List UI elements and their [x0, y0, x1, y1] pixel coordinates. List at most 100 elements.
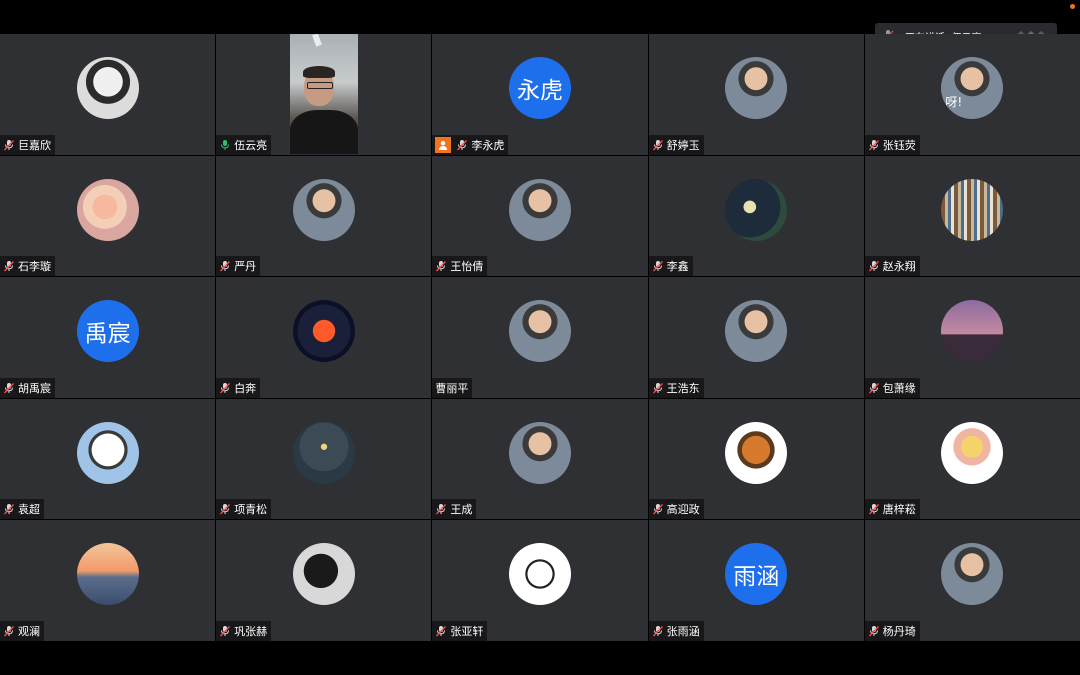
- participant-name: 包萧缘: [882, 381, 916, 395]
- mic-muted-icon: [436, 504, 447, 515]
- mic-muted-icon: [652, 139, 663, 151]
- participant-tile[interactable]: 禹宸胡禹宸: [0, 277, 216, 398]
- participant-tile[interactable]: 严丹: [216, 155, 432, 277]
- participant-tile[interactable]: 白奔: [216, 277, 432, 398]
- mic-muted-icon: [436, 261, 447, 272]
- mic-muted-icon: [436, 625, 447, 637]
- mic-muted-icon: [868, 382, 879, 394]
- participant-tile[interactable]: 唐梓菘: [864, 398, 1080, 520]
- participant-tile[interactable]: 石李璇: [0, 155, 216, 277]
- participant-name: 石李璇: [18, 260, 51, 274]
- participant-tile[interactable]: 观澜: [0, 520, 216, 641]
- participant-nameplate: 巨嘉欣: [0, 134, 55, 155]
- photo-avatar: [725, 300, 788, 363]
- avatar-initials: 雨涵: [725, 543, 788, 606]
- participant-tile[interactable]: 巩张赫: [216, 520, 432, 641]
- photo-avatar: [508, 300, 571, 363]
- participant-tile[interactable]: 呀! 张钰荧: [864, 34, 1080, 155]
- photo-avatar: [941, 543, 1004, 606]
- participant-name: 高迎政: [666, 503, 700, 517]
- avatar-photo-text: 呀!: [945, 95, 963, 109]
- participant-tile[interactable]: 王成: [432, 398, 648, 520]
- participant-tile[interactable]: 巨嘉欣: [0, 34, 216, 155]
- participant-tile[interactable]: 李鑫: [648, 155, 864, 277]
- photo-avatar: [292, 178, 355, 241]
- participant-nameplate: 严丹: [216, 256, 261, 277]
- participant-name: 杨丹琦: [882, 624, 916, 638]
- participant-nameplate: 胡禹宸: [0, 377, 55, 398]
- participant-nameplate: 高迎政: [648, 499, 704, 520]
- participant-tile[interactable]: 曹丽平: [432, 277, 648, 398]
- participant-nameplate: 袁超: [0, 499, 44, 520]
- participant-tile[interactable]: 王怡倩: [432, 155, 648, 277]
- participant-tile[interactable]: 张亚轩: [432, 520, 648, 641]
- mic-muted-icon: [220, 504, 231, 515]
- mic-muted-icon: [868, 139, 879, 151]
- tree-silhouette-avatar: [292, 543, 355, 606]
- recording-indicator: [1070, 4, 1075, 9]
- participant-nameplate: 白奔: [216, 377, 261, 398]
- participant-tile[interactable]: 永虎李永虎: [432, 34, 648, 155]
- participant-tile[interactable]: 舒婷玉: [648, 34, 864, 155]
- participant-nameplate: 王怡倩: [432, 256, 488, 277]
- participant-tile[interactable]: 高迎政: [648, 398, 864, 520]
- cartoon-boy-avatar: [76, 421, 139, 484]
- cartoon-girl-avatar: [76, 57, 139, 119]
- mic-muted-icon: [4, 625, 14, 637]
- participant-name: 巨嘉欣: [18, 138, 51, 152]
- moon-avatar: [725, 178, 788, 241]
- participant-tile[interactable]: 项青松: [216, 398, 432, 520]
- participant-name: 张雨涵: [666, 624, 700, 638]
- participant-nameplate: 张雨涵: [648, 620, 704, 641]
- participant-tile[interactable]: 雨涵张雨涵: [648, 520, 864, 641]
- photo-avatar: 呀!: [941, 57, 1004, 119]
- avatar-initials: 永虎: [508, 57, 571, 119]
- participant-tile[interactable]: 伍云亮: [216, 34, 432, 155]
- participant-nameplate: 项青松: [216, 499, 272, 520]
- participant-name: 王成: [450, 503, 473, 517]
- avatar-initials-text: 禹宸: [84, 321, 131, 348]
- mic-muted-icon: [220, 382, 231, 394]
- participant-grid: 巨嘉欣 伍云亮 永虎 李永虎 舒婷玉 呀! 张钰荧 石李璇 严丹 王怡倩 李鑫 赵永翔 禹宸 胡禹宸 白奔曹…: [0, 34, 1080, 641]
- mic-muted-icon: [457, 139, 468, 151]
- participant-name: 伍云亮: [234, 138, 268, 152]
- mic-muted-icon: [220, 261, 231, 272]
- mic-muted-icon: [652, 504, 663, 515]
- mic-muted-icon: [868, 504, 879, 515]
- participant-nameplate: 曹丽平: [432, 377, 473, 398]
- participant-nameplate: 王成: [432, 499, 477, 520]
- participant-name: 王浩东: [666, 381, 700, 395]
- participant-name: 白奔: [234, 381, 257, 395]
- sunset-tower-avatar: [941, 300, 1004, 363]
- participant-tile[interactable]: 袁超: [0, 398, 216, 520]
- participant-tile[interactable]: 赵永翔: [864, 155, 1080, 277]
- participant-name: 李永虎: [471, 138, 505, 152]
- photo-avatar: [725, 57, 788, 119]
- mic-muted-icon: [652, 625, 663, 637]
- photo-avatar: [508, 178, 571, 241]
- ocean-sunset-avatar: [76, 543, 139, 606]
- participant-nameplate: 巩张赫: [216, 620, 272, 641]
- participant-tile[interactable]: 王浩东: [648, 277, 864, 398]
- host-badge-icon: [435, 136, 452, 153]
- clouds-avatar: [76, 178, 139, 241]
- participant-name: 李鑫: [666, 260, 689, 274]
- mic-muted-icon: [652, 382, 663, 394]
- mic-muted-icon: [220, 625, 231, 637]
- participant-name: 舒婷玉: [666, 138, 700, 152]
- participant-tile[interactable]: 包萧缘: [864, 277, 1080, 398]
- bookshelf-avatar: [941, 178, 1004, 241]
- participant-nameplate: 包萧缘: [864, 377, 920, 398]
- participant-name: 张钰荧: [882, 138, 916, 152]
- cartoon-fox-avatar: [725, 421, 788, 484]
- mic-active-icon: [221, 139, 230, 150]
- participant-nameplate: 赵永翔: [864, 256, 920, 277]
- participant-tile[interactable]: 杨丹琦: [864, 520, 1080, 641]
- participant-nameplate: 李鑫: [648, 256, 693, 277]
- mic-muted-icon: [4, 382, 14, 394]
- cartoon-girl-hat-avatar: [941, 421, 1004, 484]
- participant-video: [289, 34, 358, 154]
- meeting-gallery-view: 正在讲话: 伍云亮; 巨嘉欣伍云亮永虎李永虎舒婷玉呀!张钰荧石李璇严丹王怡倩李鑫…: [0, 0, 1080, 675]
- participant-nameplate: 舒婷玉: [648, 134, 704, 155]
- participant-nameplate: 伍云亮: [216, 134, 272, 155]
